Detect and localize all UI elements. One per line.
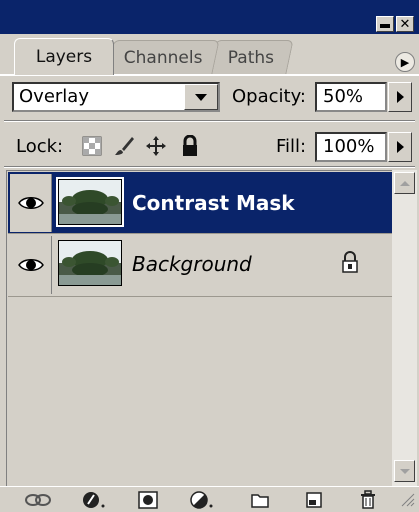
minimize-button[interactable] [376, 16, 394, 32]
blend-mode-dropdown-button[interactable] [184, 84, 218, 110]
tab-channels[interactable]: Channels [106, 40, 220, 74]
close-icon: ✕ [399, 16, 411, 32]
new-adjustment-layer-button[interactable] [188, 489, 216, 511]
panel-title-bar[interactable] [0, 0, 419, 34]
visibility-toggle[interactable] [10, 236, 52, 294]
link-layers-button[interactable] [24, 489, 52, 511]
tab-channels-label: Channels [123, 47, 203, 68]
delete-layer-button[interactable] [354, 489, 382, 511]
panel-menu-arrow-icon: ▶ [400, 55, 410, 69]
chevron-up-icon [399, 180, 410, 186]
panel-menu-button[interactable]: ▶ [395, 52, 415, 72]
opacity-slider-button[interactable] [388, 82, 412, 112]
resize-grip[interactable] [398, 490, 416, 508]
adjustment-layer-icon [190, 491, 213, 509]
tab-layers-label: Layers [35, 47, 93, 67]
add-layer-style-button[interactable] [80, 489, 108, 511]
lock-transparency-icon[interactable] [80, 134, 104, 158]
tab-paths-label: Paths [227, 47, 274, 68]
link-icon [25, 494, 51, 506]
opacity-input[interactable]: 50% [315, 82, 387, 112]
chevron-right-icon [396, 141, 404, 153]
layer-thumbnail [56, 177, 124, 227]
new-layer-button[interactable] [300, 489, 328, 511]
new-layer-icon [306, 492, 322, 508]
add-layer-mask-button[interactable] [134, 489, 162, 511]
scroll-up-button[interactable] [394, 172, 415, 194]
minimize-icon [380, 24, 390, 28]
layer-style-icon [83, 492, 105, 508]
divider [4, 166, 415, 168]
lock-pixels-brush-icon[interactable] [112, 134, 136, 158]
new-group-button[interactable] [246, 489, 274, 511]
eye-icon [17, 197, 44, 209]
lock-label: Lock: [16, 136, 64, 157]
scroll-down-button[interactable] [394, 460, 415, 482]
opacity-label: Opacity: [232, 86, 306, 107]
layers-scrollbar[interactable] [392, 170, 417, 486]
layer-locked-icon [340, 250, 360, 274]
eye-icon [17, 259, 44, 271]
new-group-icon [251, 494, 269, 508]
layer-mask-icon [138, 491, 158, 509]
divider [4, 120, 415, 122]
fill-input[interactable]: 100% [315, 132, 387, 162]
chevron-right-icon [396, 91, 404, 103]
layer-name[interactable]: Background [132, 252, 252, 276]
tab-paths[interactable]: Paths [208, 40, 294, 74]
close-button[interactable]: ✕ [396, 16, 414, 32]
visibility-toggle[interactable] [10, 174, 52, 232]
chevron-down-icon [195, 93, 207, 101]
tab-layers[interactable]: Layers [14, 38, 114, 75]
chevron-down-icon [399, 468, 410, 474]
trash-icon [361, 490, 375, 509]
lock-all-icon[interactable] [178, 134, 202, 158]
fill-slider-button[interactable] [388, 132, 412, 162]
fill-label: Fill: [276, 136, 307, 157]
layer-name[interactable]: Contrast Mask [132, 191, 295, 215]
lock-position-move-icon[interactable] [144, 134, 168, 158]
layer-thumbnail [58, 240, 122, 286]
